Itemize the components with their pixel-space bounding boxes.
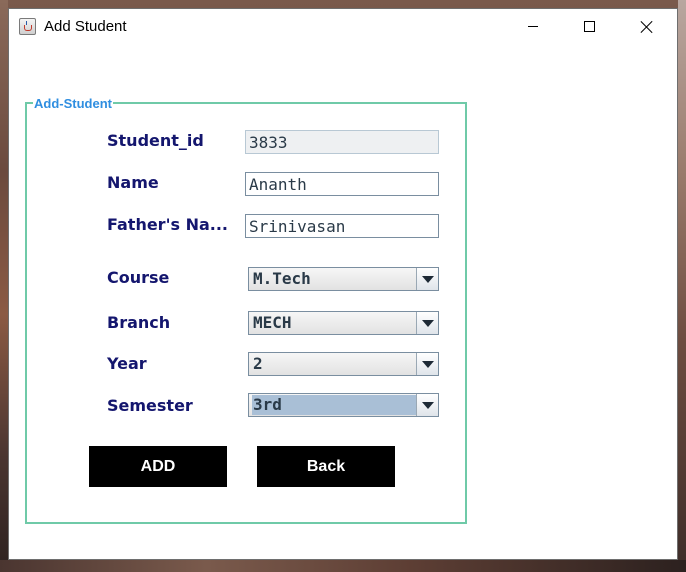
- branch-selected-value: MECH: [253, 313, 292, 332]
- course-selected-value: M.Tech: [253, 269, 311, 288]
- semester-selected-value: 3rd: [252, 395, 416, 415]
- branch-dropdown-arrow[interactable]: [416, 312, 438, 334]
- desktop-wallpaper-left: [0, 0, 8, 572]
- course-dropdown[interactable]: M.Tech: [248, 267, 439, 291]
- chevron-down-icon: [421, 275, 434, 283]
- desktop-wallpaper-right: [678, 0, 686, 572]
- name-field[interactable]: Ananth: [245, 172, 439, 196]
- maximize-button[interactable]: [566, 9, 612, 44]
- student-id-label: Student_id: [107, 131, 204, 150]
- title-bar[interactable]: Add Student: [9, 9, 677, 44]
- close-icon: [640, 20, 654, 34]
- course-label: Course: [107, 268, 170, 287]
- semester-dropdown[interactable]: 3rd: [248, 393, 439, 417]
- chevron-down-icon: [421, 360, 434, 368]
- minimize-icon: [528, 26, 538, 27]
- java-cup-icon: [19, 18, 36, 35]
- father-name-label: Father's Na...: [107, 215, 228, 234]
- minimize-button[interactable]: [510, 9, 556, 44]
- year-dropdown[interactable]: 2: [248, 352, 439, 376]
- course-dropdown-arrow[interactable]: [416, 268, 438, 290]
- add-student-window: Add Student Add-Student Student_id 3833 …: [8, 8, 678, 560]
- semester-label: Semester: [107, 396, 193, 415]
- branch-label: Branch: [107, 313, 171, 332]
- chevron-down-icon: [421, 401, 434, 409]
- semester-dropdown-arrow[interactable]: [416, 394, 438, 416]
- close-button[interactable]: [624, 9, 670, 44]
- year-selected-value: 2: [253, 354, 263, 373]
- chevron-down-icon: [421, 319, 434, 327]
- year-label: Year: [107, 354, 147, 373]
- add-button[interactable]: ADD: [89, 446, 227, 487]
- name-label: Name: [107, 173, 159, 192]
- year-dropdown-arrow[interactable]: [416, 353, 438, 375]
- group-title: Add-Student: [33, 96, 113, 111]
- desktop-wallpaper-bottom: [0, 560, 686, 572]
- branch-dropdown[interactable]: MECH: [248, 311, 439, 335]
- student-id-field: 3833: [245, 130, 439, 154]
- window-title: Add Student: [44, 18, 127, 35]
- back-button[interactable]: Back: [257, 446, 395, 487]
- father-name-field[interactable]: Srinivasan: [245, 214, 439, 238]
- maximize-icon: [583, 21, 595, 32]
